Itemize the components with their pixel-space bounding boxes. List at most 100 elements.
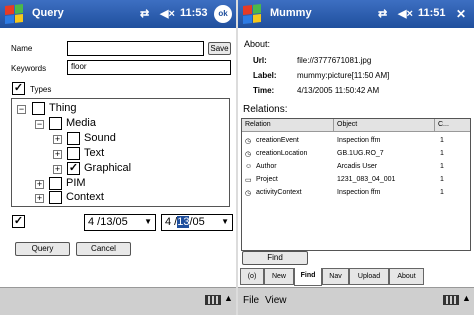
table-row[interactable]: ◷ creationLocation GB.1UG.RO_7 1 — [242, 149, 470, 160]
date-from-picker[interactable]: 4 /13/05 ▼ — [84, 214, 156, 231]
tab-new[interactable]: New — [264, 268, 294, 285]
menu-bar: File View ▲ — [238, 287, 474, 315]
table-row[interactable]: ◷ creationEvent Inspection ffm 1 — [242, 136, 470, 147]
folder-icon: ▭ — [245, 177, 252, 184]
thing-checkbox[interactable] — [32, 102, 45, 115]
tab-about[interactable]: About — [389, 268, 424, 285]
tab-bar: (o) New Find Nav Upload About — [238, 268, 474, 286]
input-panel-arrow-icon[interactable]: ▲ — [462, 293, 471, 303]
tree-node-media[interactable]: Media — [66, 117, 96, 129]
connectivity-icon[interactable]: ⇄ — [140, 7, 149, 20]
name-input[interactable] — [67, 41, 204, 56]
menu-view[interactable]: View — [265, 295, 287, 306]
tree-node-text[interactable]: Text — [84, 147, 104, 159]
keyboard-icon[interactable] — [443, 295, 459, 305]
url-label: Url: — [253, 56, 267, 65]
tree-node-graphical[interactable]: Graphical — [84, 162, 131, 174]
time-label: Time: — [253, 86, 275, 95]
title-bar: Mummy ⇄ ◀× 11:51 ✕ — [238, 0, 474, 28]
date-to-suffix: /05 — [189, 216, 205, 228]
column-header-relation[interactable]: Relation — [242, 119, 334, 132]
find-button[interactable]: Find — [242, 251, 308, 265]
menu-bar: ▲ — [0, 287, 236, 315]
count-cell: 1 — [440, 137, 444, 144]
label-label: Label: — [253, 71, 277, 80]
label-value: mummy:picture[11:50 AM] — [297, 71, 390, 80]
keyboard-icon[interactable] — [205, 295, 221, 305]
relations-table[interactable]: Relation Object C... ◷ creationEvent Ins… — [241, 118, 471, 251]
name-label: Name — [11, 44, 33, 53]
relation-cell: Author — [256, 163, 277, 170]
dropdown-arrow-icon[interactable]: ▼ — [221, 217, 229, 226]
relation-cell: creationLocation — [256, 150, 308, 157]
windows-start-icon[interactable] — [243, 4, 261, 24]
column-header-count[interactable]: C... — [435, 119, 470, 132]
cancel-button[interactable]: Cancel — [76, 242, 131, 256]
date-to-prefix: 4 / — [165, 216, 178, 228]
input-panel-arrow-icon[interactable]: ▲ — [224, 293, 233, 303]
media-checkbox[interactable] — [49, 117, 62, 130]
types-checkbox[interactable]: ✓ — [12, 82, 25, 95]
pim-checkbox[interactable] — [49, 177, 62, 190]
date-checkbox[interactable]: ✓ — [12, 215, 25, 228]
expand-icon[interactable]: + — [35, 180, 44, 189]
sound-checkbox[interactable] — [67, 132, 80, 145]
tree-node-thing[interactable]: Thing — [49, 102, 77, 114]
about-label: About: — [244, 39, 271, 49]
count-cell: 1 — [440, 150, 444, 157]
column-header-object[interactable]: Object — [334, 119, 435, 132]
context-checkbox[interactable] — [49, 191, 62, 204]
expand-icon[interactable]: + — [53, 165, 62, 174]
speaker-mute-icon[interactable]: ◀× — [160, 7, 175, 20]
date-to-day-selected[interactable]: 13 — [177, 216, 190, 228]
date-to-picker[interactable]: 4 /13/05 ▼ — [161, 214, 233, 231]
save-button[interactable]: Save — [208, 42, 231, 55]
clock[interactable]: 11:51 — [418, 7, 446, 19]
count-cell: 1 — [440, 189, 444, 196]
table-row[interactable]: ☺ Author Arcadis User 1 — [242, 162, 470, 173]
keywords-input[interactable]: floor — [67, 60, 231, 75]
close-button[interactable]: ✕ — [452, 5, 470, 23]
expand-icon[interactable]: + — [35, 194, 44, 203]
expand-icon[interactable]: + — [53, 135, 62, 144]
clock-icon: ◷ — [245, 138, 252, 145]
tree-node-pim[interactable]: PIM — [66, 177, 86, 189]
collapse-icon[interactable]: − — [35, 120, 44, 129]
tab-home[interactable]: (o) — [240, 268, 264, 285]
relation-cell: creationEvent — [256, 137, 299, 144]
url-value: file://3777671081.jpg — [297, 56, 372, 65]
relations-label: Relations: — [243, 104, 288, 115]
table-row[interactable]: ◷ activityContext Inspection ffm 1 — [242, 188, 470, 199]
object-cell: 1231_083_04_001 — [337, 176, 396, 183]
detail-screen: Mummy ⇄ ◀× 11:51 ✕ About: Url: file://37… — [238, 0, 474, 315]
count-cell: 1 — [440, 163, 444, 170]
window-title: Query — [32, 7, 64, 19]
table-row[interactable]: ▭ Project 1231_083_04_001 1 — [242, 175, 470, 186]
ok-button[interactable]: ok — [214, 5, 232, 23]
tab-find[interactable]: Find — [294, 268, 322, 286]
dropdown-arrow-icon[interactable]: ▼ — [144, 217, 152, 226]
windows-start-icon[interactable] — [5, 4, 23, 24]
time-value: 4/13/2005 11:50:42 AM — [297, 86, 380, 95]
window-title: Mummy — [270, 7, 312, 19]
tab-nav[interactable]: Nav — [322, 268, 349, 285]
date-from-value: 4 /13/05 — [88, 216, 128, 228]
tree-node-context[interactable]: Context — [66, 191, 104, 203]
tree-node-sound[interactable]: Sound — [84, 132, 116, 144]
text-checkbox[interactable] — [67, 147, 80, 160]
clock[interactable]: 11:53 — [180, 7, 208, 19]
relation-cell: activityContext — [256, 189, 302, 196]
location-icon: ◷ — [245, 151, 252, 158]
speaker-mute-icon[interactable]: ◀× — [398, 7, 413, 20]
collapse-icon[interactable]: − — [17, 105, 26, 114]
query-button[interactable]: Query — [15, 242, 70, 256]
tab-upload[interactable]: Upload — [349, 268, 389, 285]
expand-icon[interactable]: + — [53, 150, 62, 159]
connectivity-icon[interactable]: ⇄ — [378, 7, 387, 20]
graphical-checkbox[interactable]: ✓ — [67, 162, 80, 175]
object-cell: Inspection ffm — [337, 137, 381, 144]
keywords-label: Keywords — [11, 64, 47, 73]
types-tree[interactable]: − Thing − Media + Sound + Text + ✓ Graph… — [11, 98, 230, 207]
menu-file[interactable]: File — [243, 295, 259, 306]
query-screen: Query ⇄ ◀× 11:53 ok Name Save Keywords f… — [0, 0, 236, 315]
